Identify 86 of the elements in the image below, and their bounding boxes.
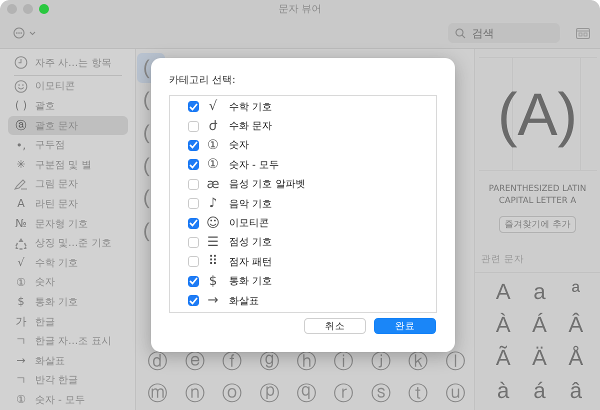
checkbox[interactable]: [188, 198, 199, 210]
sidebar-item[interactable]: 그림 문자: [8, 174, 128, 194]
category-label: 숫자: [229, 139, 249, 152]
keyboard-icon[interactable]: [576, 28, 590, 38]
recycle-icon: [14, 236, 28, 250]
cancel-button[interactable]: 취소: [304, 318, 366, 334]
related-character[interactable]: À: [485, 308, 522, 341]
checkbox[interactable]: [188, 276, 199, 287]
related-character[interactable]: Â: [558, 308, 594, 341]
done-button[interactable]: 완료: [374, 318, 436, 334]
checkbox[interactable]: [188, 120, 199, 132]
checkbox[interactable]: [188, 218, 199, 229]
related-character[interactable]: à: [485, 374, 522, 407]
category-symbol: ժ: [208, 118, 218, 134]
sidebar-item[interactable]: √ 수학 기호: [8, 252, 128, 273]
dialog-heading: 카테고리 선택:: [169, 74, 236, 87]
category-label: 음악 기호: [229, 198, 272, 211]
sidebar-item[interactable]: ① 숫자 - 모두: [8, 390, 128, 410]
sidebar-item[interactable]: ✳ 구분점 및 별: [8, 154, 128, 175]
sidebar-item[interactable]: → 화살표: [8, 350, 128, 370]
category-label: 화살표: [229, 294, 259, 308]
category-symbol: √: [208, 99, 218, 114]
pen-icon: [14, 178, 28, 190]
category-symbol: ♪: [208, 196, 218, 212]
checkbox[interactable]: [188, 256, 199, 268]
category-symbol: ☰: [206, 234, 220, 250]
related-character[interactable]: Å: [558, 341, 594, 374]
checkbox[interactable]: [188, 101, 199, 112]
zoom-button[interactable]: [39, 4, 49, 14]
category-symbol: $: [208, 274, 218, 289]
sidebar-item[interactable]: ㄱ 반각 한글: [8, 370, 128, 390]
category-symbol: æ: [206, 176, 220, 192]
sidebar-item[interactable]: № 문자형 기호: [8, 214, 128, 234]
smiley-icon: [14, 80, 28, 93]
character-cell[interactable]: ⓜ: [139, 378, 176, 409]
sidebar-item[interactable]: •, 구두점: [8, 135, 128, 155]
character-cell[interactable]: ⓣ: [400, 378, 437, 409]
category-label: 음성 기호 알파벳: [229, 178, 306, 192]
search-icon: [455, 28, 466, 39]
checkbox[interactable]: [188, 159, 199, 170]
character-cell[interactable]: ⓠ: [288, 378, 326, 409]
checkbox[interactable]: [188, 236, 199, 248]
character-cell[interactable]: ⓢ: [362, 378, 400, 409]
category-symbol: ①: [206, 157, 220, 172]
add-to-favorites-button[interactable]: 즐겨찾기에 추가: [498, 216, 576, 233]
related-character[interactable]: Á: [521, 308, 558, 341]
related-character[interactable]: a: [521, 275, 558, 308]
character-preview: (A): [478, 57, 596, 171]
sidebar-item[interactable]: 이모티콘: [8, 76, 128, 96]
sidebar-item[interactable]: ① 숫자: [8, 272, 128, 292]
window-title: 문자 뷰어: [278, 3, 322, 16]
category-label: 점성 기호: [229, 236, 272, 250]
category-symbol: →: [206, 293, 220, 308]
character-cell[interactable]: ⓟ: [250, 378, 288, 409]
related-character[interactable]: A: [485, 275, 522, 308]
related-character[interactable]: Ã: [485, 341, 522, 374]
character-name: PARENTHESIZED LATIN CAPITAL LETTER A: [488, 183, 588, 207]
clock-icon: [14, 56, 28, 70]
category-symbol: ①: [206, 138, 220, 153]
sidebar-item[interactable]: A 라틴 문자: [8, 194, 128, 214]
related-character[interactable]: Ä: [521, 341, 558, 374]
search-field[interactable]: 검색: [448, 23, 560, 43]
category-label: 점자 패턴: [229, 256, 272, 269]
related-character[interactable]: ª: [558, 275, 594, 308]
character-cell[interactable]: ⓞ: [213, 378, 251, 409]
sidebar-item[interactable]: ㄱ 한글 자…조 표시: [8, 331, 128, 351]
category-label: 이모티콘: [229, 217, 269, 230]
category-label: 숫자 - 모두: [229, 158, 279, 172]
checkbox[interactable]: [188, 140, 199, 151]
sidebar-item[interactable]: 자주 사…는 항목: [8, 53, 128, 73]
sidebar-item[interactable]: $ 통화 기호: [8, 292, 128, 312]
category-label: 통화 기호: [229, 275, 272, 288]
category-label: 수학 기호: [229, 100, 272, 114]
sidebar-item[interactable]: ( ) 괄호: [8, 96, 128, 116]
related-character[interactable]: â: [558, 374, 594, 407]
character-cell[interactable]: ⓡ: [325, 378, 362, 409]
category-symbol: ⠿: [207, 254, 219, 270]
related-character[interactable]: á: [521, 374, 558, 407]
category-label: 수화 문자: [229, 120, 272, 134]
character-cell[interactable]: ⓝ: [176, 378, 214, 409]
checkbox[interactable]: [188, 178, 199, 190]
character-cell[interactable]: ⓤ: [436, 378, 474, 409]
sidebar-item[interactable]: 상징 및…준 기호: [8, 233, 128, 253]
checkbox[interactable]: [188, 295, 199, 306]
category-symbol: ☺: [205, 216, 221, 231]
sidebar-item[interactable]: 가 한글: [8, 312, 128, 332]
